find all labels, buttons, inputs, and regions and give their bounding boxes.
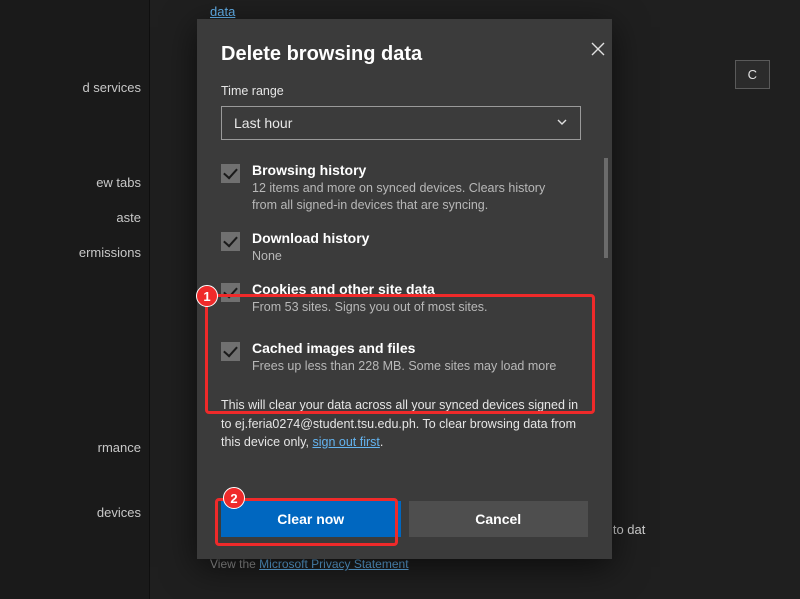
chevron-down-icon	[556, 115, 568, 131]
sidebar-item[interactable]: aste	[0, 200, 149, 235]
dialog-title: Delete browsing data	[221, 43, 588, 66]
browsing-history-text: Browsing history 12 items and more on sy…	[252, 162, 562, 214]
bg-link[interactable]: data	[210, 4, 235, 19]
settings-sidebar: d services ew tabs aste ermissions rmanc…	[0, 0, 150, 599]
time-range-label: Time range	[221, 84, 588, 98]
close-icon[interactable]	[588, 39, 608, 59]
scrollbar-thumb[interactable]	[604, 158, 608, 258]
sidebar-item[interactable]: devices	[0, 495, 149, 530]
cookies-row: Cookies and other site data From 53 site…	[221, 275, 588, 326]
sign-out-link[interactable]: sign out first	[312, 435, 379, 449]
choose-button[interactable]: C	[735, 60, 770, 89]
privacy-statement-link[interactable]: Microsoft Privacy Statement	[259, 557, 408, 571]
download-history-text: Download history None	[252, 230, 369, 265]
sidebar-item[interactable]: d services	[0, 70, 149, 105]
item-subtitle: From 53 sites. Signs you out of most sit…	[252, 299, 488, 316]
cached-images-text: Cached images and files Frees up less th…	[252, 340, 556, 375]
dialog-buttons: Clear now Cancel	[221, 501, 588, 537]
cookies-text: Cookies and other site data From 53 site…	[252, 281, 488, 316]
delete-browsing-data-dialog: Delete browsing data Time range Last hou…	[197, 19, 612, 559]
item-subtitle: Frees up less than 228 MB. Some sites ma…	[252, 358, 556, 375]
cached-images-checkbox[interactable]	[221, 342, 240, 361]
item-title: Cookies and other site data	[252, 281, 488, 297]
download-history-checkbox[interactable]	[221, 232, 240, 251]
time-range-value: Last hour	[234, 115, 292, 131]
item-subtitle: None	[252, 248, 369, 265]
download-history-row: Download history None	[221, 224, 588, 275]
item-title: Download history	[252, 230, 369, 246]
cookies-checkbox[interactable]	[221, 283, 240, 302]
time-range-dropdown[interactable]: Last hour	[221, 106, 581, 140]
item-subtitle: 12 items and more on synced devices. Cle…	[252, 180, 562, 214]
cancel-button[interactable]: Cancel	[409, 501, 589, 537]
browsing-history-checkbox[interactable]	[221, 164, 240, 183]
clear-now-button[interactable]: Clear now	[221, 501, 401, 537]
cached-images-row: Cached images and files Frees up less th…	[221, 326, 588, 385]
sidebar-item[interactable]: ermissions	[0, 235, 149, 270]
privacy-prefix: View the	[210, 557, 259, 571]
data-type-list: Browsing history 12 items and more on sy…	[221, 156, 588, 384]
browsing-history-row: Browsing history 12 items and more on sy…	[221, 156, 588, 224]
item-title: Cached images and files	[252, 340, 556, 356]
sidebar-item[interactable]: ew tabs	[0, 165, 149, 200]
privacy-view-line: View the Microsoft Privacy Statement	[210, 557, 409, 571]
consent-text: This will clear your data across all you…	[221, 396, 588, 450]
sidebar-item[interactable]: rmance	[0, 430, 149, 465]
item-title: Browsing history	[252, 162, 562, 178]
